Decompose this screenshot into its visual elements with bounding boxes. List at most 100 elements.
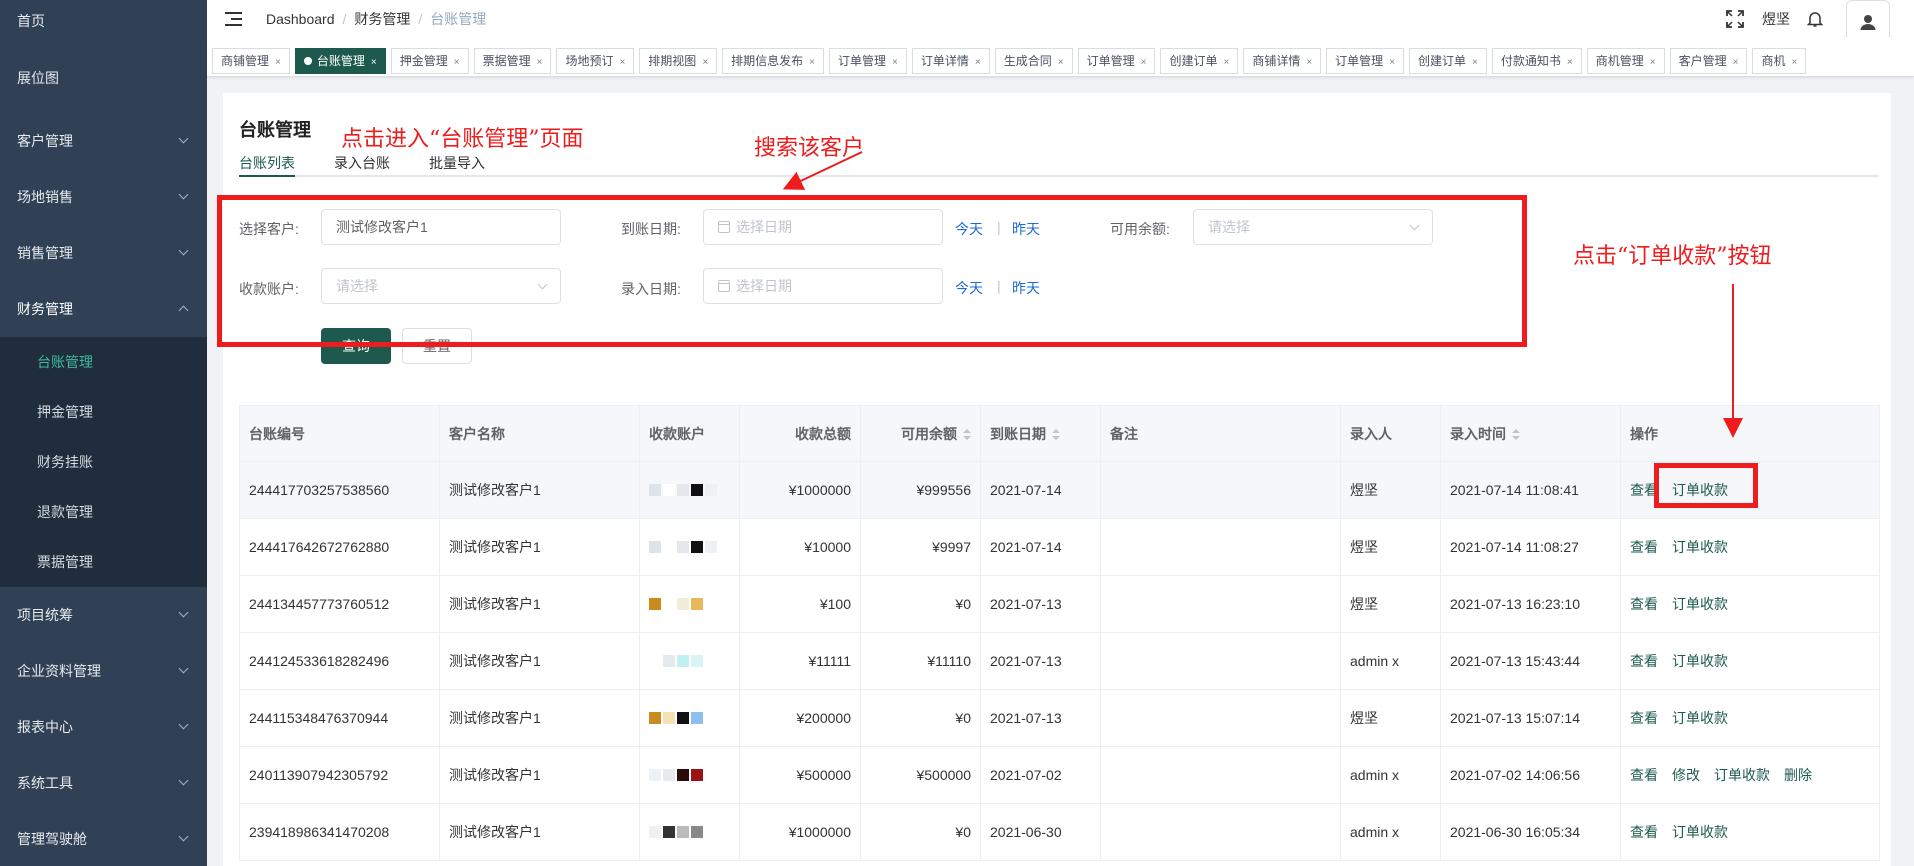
sidebar-sub-refund[interactable]: 退款管理: [0, 487, 207, 537]
sidebar-item-tools[interactable]: 系统工具: [0, 755, 207, 811]
cell-total: ¥11111: [739, 632, 861, 690]
sidebar-item-venue-sales[interactable]: 场地销售: [0, 169, 207, 225]
sort-icon[interactable]: [1512, 428, 1520, 440]
tag-6[interactable]: 排期信息发布 ×: [722, 48, 825, 74]
cell-total: ¥1000000: [739, 461, 861, 519]
op-order-payment-button[interactable]: 订单收款: [1672, 824, 1728, 840]
cell-note: [1100, 746, 1341, 804]
close-icon[interactable]: ×: [454, 57, 460, 68]
sidebar-item-booth-map[interactable]: 展位图: [0, 42, 207, 113]
close-icon[interactable]: ×: [371, 57, 377, 68]
close-icon[interactable]: ×: [1223, 57, 1229, 68]
tag-8[interactable]: 订单详情 ×: [911, 48, 990, 74]
op-edit-button[interactable]: 修改: [1672, 767, 1700, 783]
tag-13[interactable]: 订单管理 ×: [1326, 48, 1405, 74]
username[interactable]: 煜坚: [1762, 9, 1790, 29]
redacted-block: [649, 484, 661, 496]
tag-11[interactable]: 创建订单 ×: [1160, 48, 1239, 74]
op-view-button[interactable]: 查看: [1630, 824, 1658, 840]
op-view-button[interactable]: 查看: [1630, 596, 1658, 612]
close-icon[interactable]: ×: [1791, 57, 1797, 68]
chevron-down-icon: [178, 719, 189, 730]
tag-16[interactable]: 商机管理 ×: [1586, 48, 1665, 74]
sidebar-sub-ledger[interactable]: 台账管理: [0, 337, 207, 387]
sidebar-item-home[interactable]: 首页: [0, 0, 207, 42]
finance-submenu: 台账管理 押金管理 财务挂账 退款管理 票据管理: [0, 337, 207, 587]
sort-icon[interactable]: [1052, 428, 1060, 440]
cell-balance: ¥0: [860, 575, 981, 633]
tab-enter-ledger[interactable]: 录入台账: [334, 153, 390, 173]
redacted-block: [677, 541, 689, 553]
close-icon[interactable]: ×: [1389, 57, 1395, 68]
tag-7[interactable]: 订单管理 ×: [829, 48, 907, 74]
col-balance[interactable]: 可用余额: [860, 405, 981, 462]
tag-14[interactable]: 创建订单 ×: [1409, 48, 1487, 74]
tag-12[interactable]: 商铺详情 ×: [1243, 48, 1322, 74]
hamburger-icon[interactable]: [225, 11, 242, 26]
sidebar-item-cockpit[interactable]: 管理驾驶舱: [0, 811, 207, 866]
cell-total: ¥10000: [739, 518, 861, 576]
tab-batch-import[interactable]: 批量导入: [429, 153, 485, 173]
tag-15[interactable]: 付款通知书 ×: [1491, 48, 1582, 74]
breadcrumb-finance[interactable]: 财务管理: [354, 9, 410, 29]
close-icon[interactable]: ×: [1058, 57, 1064, 68]
op-view-button[interactable]: 查看: [1630, 710, 1658, 726]
tag-17[interactable]: 客户管理 ×: [1669, 48, 1748, 74]
op-order-payment-button[interactable]: 订单收款: [1672, 596, 1728, 612]
close-icon[interactable]: ×: [1650, 57, 1656, 68]
sidebar-item-enterprise[interactable]: 企业资料管理: [0, 643, 207, 699]
chevron-down-icon: [178, 245, 189, 256]
close-icon[interactable]: ×: [537, 57, 543, 68]
op-delete-button[interactable]: 删除: [1784, 767, 1812, 783]
cell-balance: ¥0: [860, 689, 981, 747]
active-dot-icon: [303, 57, 312, 65]
col-entry-time[interactable]: 录入时间: [1440, 405, 1621, 462]
tag-2[interactable]: 押金管理 ×: [390, 48, 469, 74]
tag-3[interactable]: 票据管理 ×: [473, 48, 552, 74]
fullscreen-icon[interactable]: [1726, 9, 1744, 28]
sidebar-item-project[interactable]: 项目统筹: [0, 587, 207, 643]
close-icon[interactable]: ×: [1472, 57, 1478, 68]
close-icon[interactable]: ×: [275, 57, 281, 68]
close-icon[interactable]: ×: [702, 57, 708, 68]
close-icon[interactable]: ×: [1567, 57, 1573, 68]
tag-18[interactable]: 商机 ×: [1752, 48, 1807, 74]
sort-icon[interactable]: [963, 428, 971, 440]
redacted-block: [649, 826, 661, 838]
sidebar-sub-pending[interactable]: 财务挂账: [0, 437, 207, 487]
sidebar-item-reports[interactable]: 报表中心: [0, 699, 207, 755]
close-icon[interactable]: ×: [1141, 57, 1147, 68]
tag-1[interactable]: 台账管理 ×: [294, 48, 386, 74]
tab-ledger-list[interactable]: 台账列表: [239, 153, 295, 173]
sidebar-item-sales[interactable]: 销售管理: [0, 225, 207, 281]
sidebar-item-customer[interactable]: 客户管理: [0, 113, 207, 169]
tag-5[interactable]: 排期视图 ×: [639, 48, 718, 74]
close-icon[interactable]: ×: [809, 57, 815, 68]
op-view-button[interactable]: 查看: [1630, 653, 1658, 669]
sidebar-item-finance[interactable]: 财务管理: [0, 281, 207, 337]
sidebar-sub-invoice[interactable]: 票据管理: [0, 537, 207, 587]
op-view-button[interactable]: 查看: [1630, 539, 1658, 555]
tag-9[interactable]: 生成合同 ×: [994, 48, 1073, 74]
cell-id: 244417642672762880: [239, 518, 440, 576]
op-order-payment-button[interactable]: 订单收款: [1672, 539, 1728, 555]
cell-account: [639, 746, 740, 804]
close-icon[interactable]: ×: [1733, 57, 1739, 68]
col-id: 台账编号: [239, 405, 440, 462]
op-order-payment-button[interactable]: 订单收款: [1714, 767, 1770, 783]
op-view-button[interactable]: 查看: [1630, 767, 1658, 783]
cell-ops: 查看 修改 订单收款 删除: [1620, 746, 1880, 804]
op-order-payment-button[interactable]: 订单收款: [1672, 653, 1728, 669]
sidebar-sub-deposit[interactable]: 押金管理: [0, 387, 207, 437]
tag-0[interactable]: 商铺管理 ×: [212, 48, 290, 74]
close-icon[interactable]: ×: [892, 57, 898, 68]
close-icon[interactable]: ×: [975, 57, 981, 68]
tag-10[interactable]: 订单管理 ×: [1077, 48, 1156, 74]
breadcrumb-dashboard[interactable]: Dashboard: [266, 11, 335, 27]
bell-icon[interactable]: [1806, 10, 1824, 28]
close-icon[interactable]: ×: [1306, 57, 1312, 68]
close-icon[interactable]: ×: [619, 57, 625, 68]
tag-4[interactable]: 场地预订 ×: [556, 48, 635, 74]
col-arrival-date[interactable]: 到账日期: [980, 405, 1101, 462]
op-order-payment-button[interactable]: 订单收款: [1672, 710, 1728, 726]
